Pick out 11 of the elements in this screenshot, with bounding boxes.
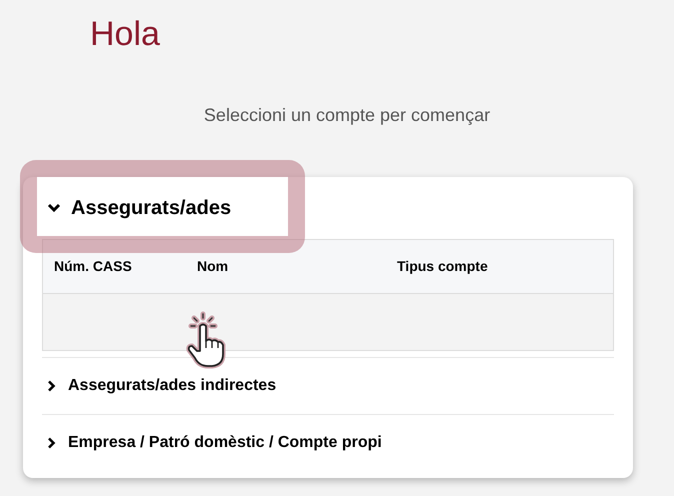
column-header: Núm. CASS xyxy=(54,258,132,274)
greeting-heading: Hola xyxy=(90,14,160,54)
column-header: Nom xyxy=(197,258,228,274)
column-header: Tipus compte xyxy=(397,258,488,274)
chevron-right-icon xyxy=(47,437,56,449)
accordion-header[interactable]: Empresa / Patró domèstic / Compte propi xyxy=(42,415,382,471)
accordion-header[interactable]: Assegurats/ades xyxy=(42,177,232,239)
accordion-header[interactable]: Assegurats/ades indirectes xyxy=(42,358,276,414)
chevron-right-icon xyxy=(47,380,56,392)
subtitle: Seleccioni un compte per començar xyxy=(204,104,490,126)
chevron-down-icon xyxy=(47,203,61,213)
